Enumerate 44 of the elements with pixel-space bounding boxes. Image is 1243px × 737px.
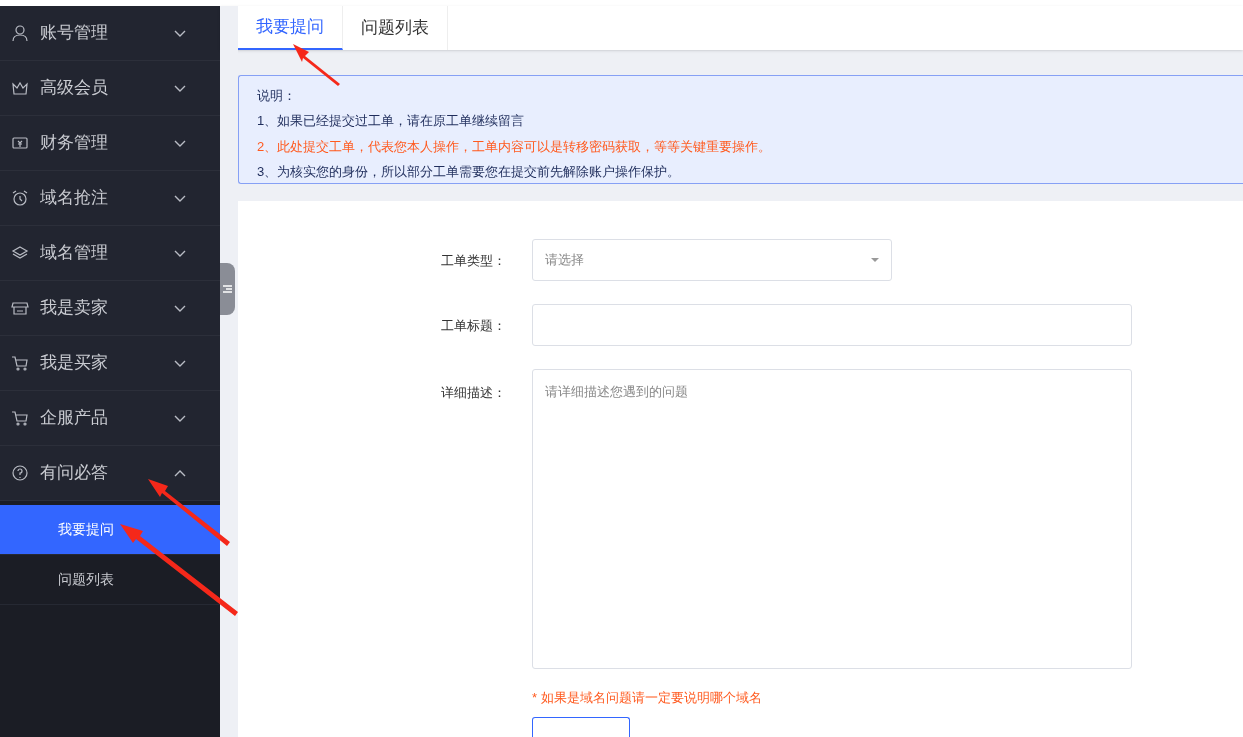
sidebar-item[interactable]: 有问必答 [0, 446, 220, 501]
sidebar-item-label: 域名抢注 [40, 187, 109, 210]
sidebar-item-label: 高级会员 [40, 77, 109, 100]
sidebar-item[interactable]: 域名抢注 [0, 171, 220, 226]
sidebar-item[interactable]: 账号管理 [0, 6, 220, 61]
notice-line: 1、如果已经提交过工单，请在原工单继续留言 [257, 112, 526, 131]
sidebar-item[interactable]: 域名管理 [0, 226, 220, 281]
sidebar-item[interactable]: 我是买家 [0, 336, 220, 391]
notice-line: 3、为核实您的身份，所以部分工单需要您在提交前先解除账户操作保护。 [257, 163, 682, 182]
sidebar-item[interactable]: 高级会员 [0, 61, 220, 116]
field-label: 工单标题： [440, 316, 507, 335]
sidebar-item-label: 账号管理 [40, 22, 109, 45]
select-field[interactable]: 请选择 [532, 238, 892, 281]
menu-icon [223, 285, 232, 293]
notice-title: 说明： [257, 86, 297, 105]
collapse-handle[interactable] [220, 263, 235, 315]
alarm-clock-icon [11, 189, 29, 207]
tab[interactable]: 问题列表 [343, 6, 448, 50]
sidebar-item-label: 财务管理 [40, 132, 109, 155]
select-placeholder: 请选择 [545, 250, 584, 269]
sidebar-item-label: 域名管理 [40, 242, 109, 265]
outlined-button[interactable] [532, 717, 630, 737]
sidebar-item[interactable]: 我是卖家 [0, 281, 220, 336]
field-label: 工单类型： [440, 251, 507, 270]
sidebar-item-label: 有问必答 [40, 462, 109, 485]
field-label: 详细描述： [440, 383, 507, 402]
textarea-field[interactable]: 请详细描述您遇到的问题 [532, 368, 1132, 669]
sidebar-item[interactable]: 财务管理 [0, 116, 220, 171]
sidebar-item-label: 企服产品 [40, 407, 109, 430]
notice-line: 2、此处提交工单，代表您本人操作，工单内容可以是转移密码获取，等等关键重要操作。 [257, 137, 773, 156]
store-icon [11, 299, 29, 317]
sidebar-item-label: 我是卖家 [40, 297, 109, 320]
hint-text: * 如果是域名问题请一定要说明哪个域名 [532, 688, 763, 707]
cart-icon [11, 354, 29, 372]
cart-icon [11, 409, 29, 427]
dropdown-caret-icon [871, 257, 879, 262]
input-field[interactable] [532, 303, 1132, 346]
help-icon [11, 464, 29, 482]
sidebar-item-label: 我是买家 [40, 352, 109, 375]
ticket-icon [11, 134, 29, 152]
sidebar-item[interactable]: 企服产品 [0, 391, 220, 446]
submenu-item[interactable]: 我要提问 [0, 505, 220, 555]
annotation-arrow [293, 44, 340, 86]
user-icon [11, 24, 29, 42]
